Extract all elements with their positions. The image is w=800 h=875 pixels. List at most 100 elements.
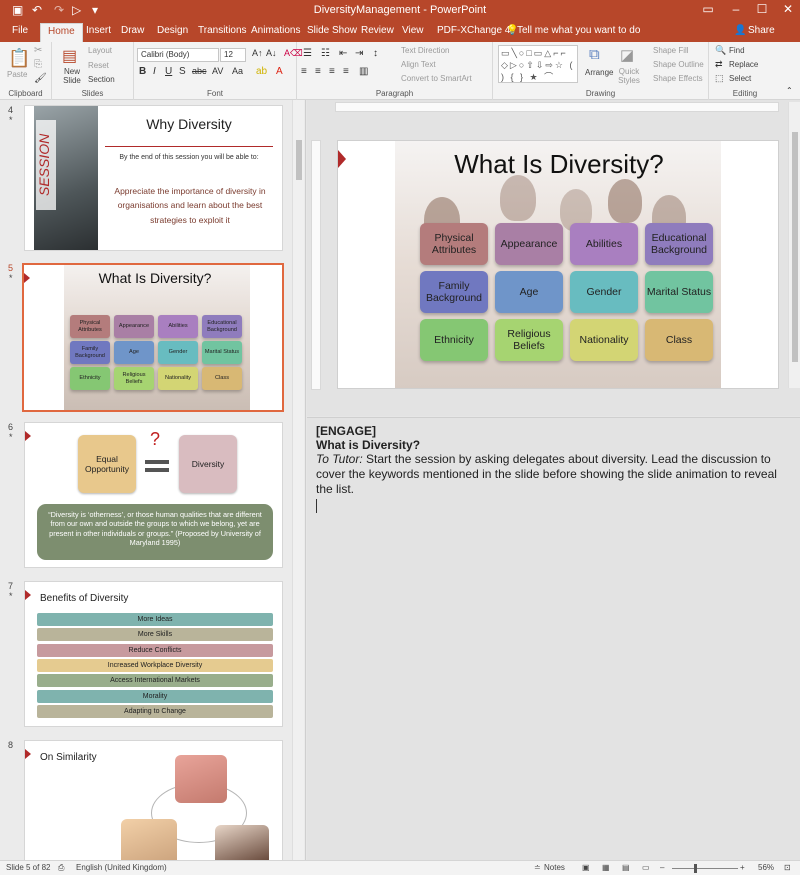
zoom-slider[interactable]: [672, 868, 738, 869]
cut-icon[interactable]: ✂: [34, 45, 42, 56]
numbering-icon[interactable]: ☷: [321, 48, 330, 59]
align-text-button[interactable]: Align Text: [401, 60, 436, 69]
line-spacing-icon[interactable]: ↕: [373, 48, 378, 59]
tab-review[interactable]: Review: [361, 25, 394, 36]
bold-icon[interactable]: B: [139, 66, 146, 77]
decrease-indent-icon[interactable]: ⇤: [339, 48, 347, 59]
normal-view-icon[interactable]: ▣: [582, 863, 590, 872]
tab-design[interactable]: Design: [157, 25, 188, 36]
horizontal-ruler[interactable]: [335, 102, 779, 112]
tab-view[interactable]: View: [402, 25, 424, 36]
find-button[interactable]: Find: [729, 46, 745, 55]
tab-file[interactable]: File: [12, 25, 28, 36]
current-slide[interactable]: What Is Diversity? Physical Attributes Ap…: [337, 140, 779, 389]
replace-button[interactable]: Replace: [729, 60, 758, 69]
shape-fill-button[interactable]: Shape Fill: [653, 46, 689, 55]
columns-icon[interactable]: ▥: [359, 66, 368, 77]
tab-transitions[interactable]: Transitions: [198, 25, 247, 36]
section-button[interactable]: Section: [88, 75, 115, 84]
shadow-icon[interactable]: S: [179, 66, 186, 77]
slide-scrollbar-thumb[interactable]: [792, 132, 798, 362]
slide-thumbnail-8[interactable]: On Similarity: [24, 740, 283, 865]
notes-pane[interactable]: [ENGAGE] What is Diversity? To Tutor: St…: [307, 417, 800, 860]
tell-me-search[interactable]: Tell me what you want to do: [517, 25, 640, 36]
font-name-combo[interactable]: Calibri (Body): [137, 48, 219, 62]
zoom-level[interactable]: 56%: [758, 863, 774, 872]
slide-thumbnail-5[interactable]: What Is Diversity? Physical Attributes Ap…: [22, 263, 284, 412]
tab-insert[interactable]: Insert: [86, 25, 111, 36]
font-color-icon[interactable]: A: [276, 66, 283, 77]
fit-slide-icon[interactable]: ⊡: [784, 863, 791, 872]
vertical-ruler[interactable]: [311, 140, 321, 390]
slide-thumbnail-6[interactable]: Equal Opportunity ? Diversity “Diversity…: [24, 422, 283, 568]
slide-title[interactable]: What Is Diversity?: [338, 149, 778, 180]
benefit-bar: Reduce Conflicts: [37, 644, 273, 657]
select-button[interactable]: Select: [729, 74, 751, 83]
arrange-icon[interactable]: ⧉: [589, 46, 600, 63]
notes-button[interactable]: Notes: [544, 863, 565, 872]
align-left-icon[interactable]: ≡: [301, 66, 307, 77]
decrease-font-icon[interactable]: A↓: [266, 48, 277, 58]
slide-thumbnail-7[interactable]: Benefits of Diversity More Ideas More Sk…: [24, 581, 283, 727]
new-slide-button[interactable]: New Slide: [61, 67, 83, 86]
close-icon[interactable]: ✕: [776, 2, 800, 16]
align-right-icon[interactable]: ≡: [329, 66, 335, 77]
tab-pdf-xchange[interactable]: PDF-XChange 4: [437, 25, 510, 36]
text-direction-button[interactable]: Text Direction: [401, 46, 449, 55]
minimize-icon[interactable]: –: [724, 2, 748, 16]
notes-icon[interactable]: ≐: [534, 863, 541, 872]
thumbnail-scrollbar-thumb[interactable]: [296, 140, 302, 180]
increase-indent-icon[interactable]: ⇥: [355, 48, 363, 59]
collapse-ribbon-icon[interactable]: ⌃: [786, 86, 793, 95]
strikethrough-icon[interactable]: abc: [192, 66, 207, 76]
reset-button[interactable]: Reset: [88, 61, 109, 70]
arrange-button[interactable]: Arrange: [585, 68, 613, 77]
tab-slide-show[interactable]: Slide Show: [307, 25, 357, 36]
ribbon-display-options-icon[interactable]: ▭: [696, 2, 720, 16]
shape-effects-button[interactable]: Shape Effects: [653, 74, 703, 83]
language-indicator[interactable]: English (United Kingdom): [76, 863, 167, 872]
thumbnail-scrollbar[interactable]: [292, 100, 304, 860]
slide-scrollbar[interactable]: [788, 102, 800, 388]
slide-thumbnail-pane[interactable]: 4 * SESSION Why Diversity By the end of …: [0, 100, 306, 865]
change-case-icon[interactable]: Aa: [232, 66, 243, 76]
underline-icon[interactable]: U: [165, 66, 172, 77]
quick-styles-icon[interactable]: ◪: [620, 46, 634, 64]
font-size-combo[interactable]: 12: [220, 48, 246, 62]
character-spacing-icon[interactable]: AV: [212, 66, 223, 76]
slide-thumbnail-4[interactable]: SESSION Why Diversity By the end of this…: [24, 105, 283, 251]
bullets-icon[interactable]: ☰: [303, 48, 312, 59]
tab-draw[interactable]: Draw: [121, 25, 144, 36]
layout-button[interactable]: Layout: [88, 46, 112, 55]
highlight-icon[interactable]: ab: [256, 66, 267, 77]
reading-view-icon[interactable]: ▤: [622, 863, 630, 872]
diversity-tile: Physical Attributes: [70, 315, 110, 338]
shape-outline-button[interactable]: Shape Outline: [653, 60, 704, 69]
justify-icon[interactable]: ≡: [343, 66, 349, 77]
zoom-slider-thumb[interactable]: [694, 864, 697, 873]
zoom-out-icon[interactable]: –: [660, 863, 664, 872]
tab-animations[interactable]: Animations: [251, 25, 300, 36]
replace-icon[interactable]: ⇄: [715, 59, 723, 70]
maximize-icon[interactable]: ☐: [750, 2, 774, 16]
increase-font-icon[interactable]: A↑: [252, 48, 263, 58]
slide-sorter-icon[interactable]: ▦: [602, 863, 610, 872]
paste-icon[interactable]: 📋: [8, 48, 30, 69]
align-center-icon[interactable]: ≡: [315, 66, 321, 77]
share-button[interactable]: Share: [748, 25, 775, 36]
paste-button[interactable]: Paste: [7, 70, 27, 79]
zoom-in-icon[interactable]: +: [740, 863, 745, 872]
italic-icon[interactable]: I: [153, 66, 156, 77]
format-painter-icon[interactable]: 🖌: [34, 73, 47, 84]
tab-home[interactable]: Home: [40, 23, 83, 42]
select-icon[interactable]: ⬚: [715, 73, 724, 84]
convert-smartart-button[interactable]: Convert to SmartArt: [401, 74, 472, 83]
new-slide-icon[interactable]: ▤: [62, 46, 77, 66]
shapes-gallery[interactable]: ▭╲○□▭△⌐⌐ ◇▷○⇧⇩⇨☆ ( ) { } ★ ⌒: [498, 45, 578, 83]
slideshow-icon[interactable]: ▭: [642, 863, 650, 872]
find-icon[interactable]: 🔍: [715, 45, 726, 56]
share-icon[interactable]: 👤: [734, 25, 746, 36]
spelling-icon[interactable]: ⎙: [58, 863, 64, 873]
copy-icon[interactable]: ⎘: [34, 59, 42, 70]
quick-styles-button[interactable]: Quick Styles: [615, 67, 643, 86]
